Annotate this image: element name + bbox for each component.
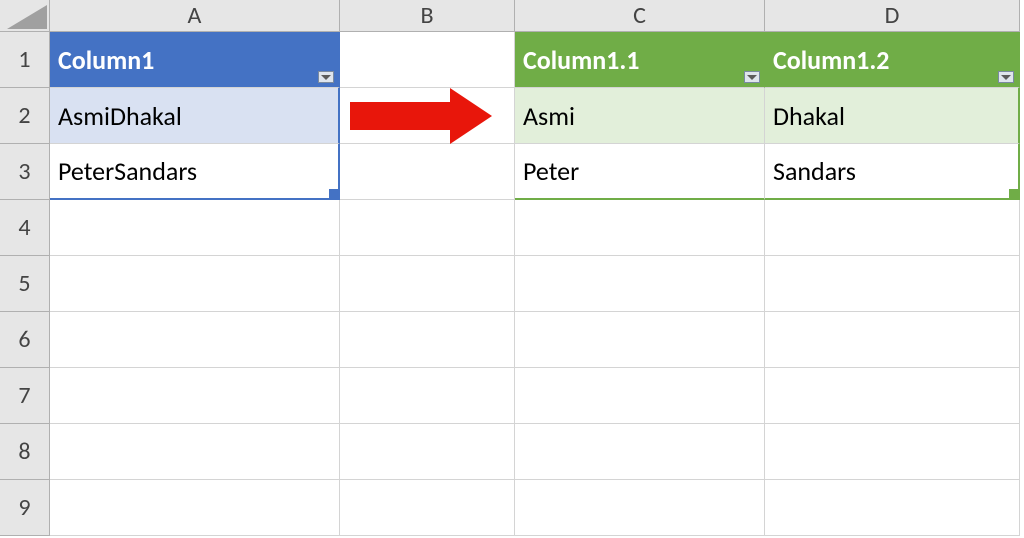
edge [1020,368,1024,424]
red-arrow-icon [350,88,500,144]
row-header-4[interactable]: 4 [0,200,50,256]
filter-dropdown-icon[interactable] [744,71,760,83]
edge [1020,32,1024,88]
table-header-column1-1[interactable]: Column1.1 [515,32,765,88]
cell-A7[interactable] [50,368,340,424]
table-resize-handle[interactable] [329,189,339,199]
table-header-column1-2[interactable]: Column1.2 [765,32,1020,88]
cell-B1[interactable] [340,32,515,88]
cell-A6[interactable] [50,312,340,368]
row-header-6[interactable]: 6 [0,312,50,368]
col-header-C[interactable]: C [515,0,765,32]
filter-dropdown-icon[interactable] [318,71,334,83]
table-header-column1[interactable]: Column1 [50,32,340,88]
col-header-D[interactable]: D [765,0,1020,32]
col-header-B[interactable]: B [340,0,515,32]
cell-A3[interactable]: PeterSandars [50,144,340,200]
edge [1020,424,1024,480]
cell-D6[interactable] [765,312,1020,368]
cell-value: PeterSandars [58,155,197,187]
edge [1020,256,1024,312]
cell-C6[interactable] [515,312,765,368]
row-header-7[interactable]: 7 [0,368,50,424]
cell-B4[interactable] [340,200,515,256]
select-all-corner[interactable] [0,0,50,32]
filter-dropdown-icon[interactable] [998,71,1014,83]
edge [1020,0,1024,32]
cell-A4[interactable] [50,200,340,256]
cell-C4[interactable] [515,200,765,256]
cell-C8[interactable] [515,424,765,480]
col-header-A[interactable]: A [50,0,340,32]
row-header-5[interactable]: 5 [0,256,50,312]
row-header-8[interactable]: 8 [0,424,50,480]
cell-C2[interactable]: Asmi [515,88,765,144]
edge [1020,88,1024,144]
edge [1020,312,1024,368]
cell-C3[interactable]: Peter [515,144,765,200]
cell-A9[interactable] [50,480,340,536]
cell-D4[interactable] [765,200,1020,256]
row-header-9[interactable]: 9 [0,480,50,536]
header-label: Column1.1 [523,44,639,76]
cell-B9[interactable] [340,480,515,536]
cell-A5[interactable] [50,256,340,312]
cell-value: AsmiDhakal [58,100,182,132]
spreadsheet-grid: A B C D 1 Column1 Column1.1 Column1.2 2 … [0,0,1024,536]
row-header-1[interactable]: 1 [0,32,50,88]
cell-C7[interactable] [515,368,765,424]
table-resize-handle[interactable] [1009,189,1019,199]
cell-B8[interactable] [340,424,515,480]
cell-C5[interactable] [515,256,765,312]
row-header-3[interactable]: 3 [0,144,50,200]
cell-D2[interactable]: Dhakal [765,88,1020,144]
header-label: Column1 [58,44,154,76]
edge [1020,480,1024,536]
cell-B7[interactable] [340,368,515,424]
edge [1020,200,1024,256]
cell-value: Peter [523,155,579,187]
cell-B6[interactable] [340,312,515,368]
edge [1020,144,1024,200]
cell-D9[interactable] [765,480,1020,536]
cell-D8[interactable] [765,424,1020,480]
cell-D7[interactable] [765,368,1020,424]
cell-B2[interactable] [340,88,515,144]
cell-C9[interactable] [515,480,765,536]
cell-D5[interactable] [765,256,1020,312]
cell-A2[interactable]: AsmiDhakal [50,88,340,144]
row-header-2[interactable]: 2 [0,88,50,144]
header-label: Column1.2 [773,44,889,76]
cell-value: Sandars [773,155,856,187]
cell-value: Asmi [523,100,575,132]
cell-value: Dhakal [773,100,845,132]
cell-B5[interactable] [340,256,515,312]
cell-B3[interactable] [340,144,515,200]
cell-A8[interactable] [50,424,340,480]
cell-D3[interactable]: Sandars [765,144,1020,200]
